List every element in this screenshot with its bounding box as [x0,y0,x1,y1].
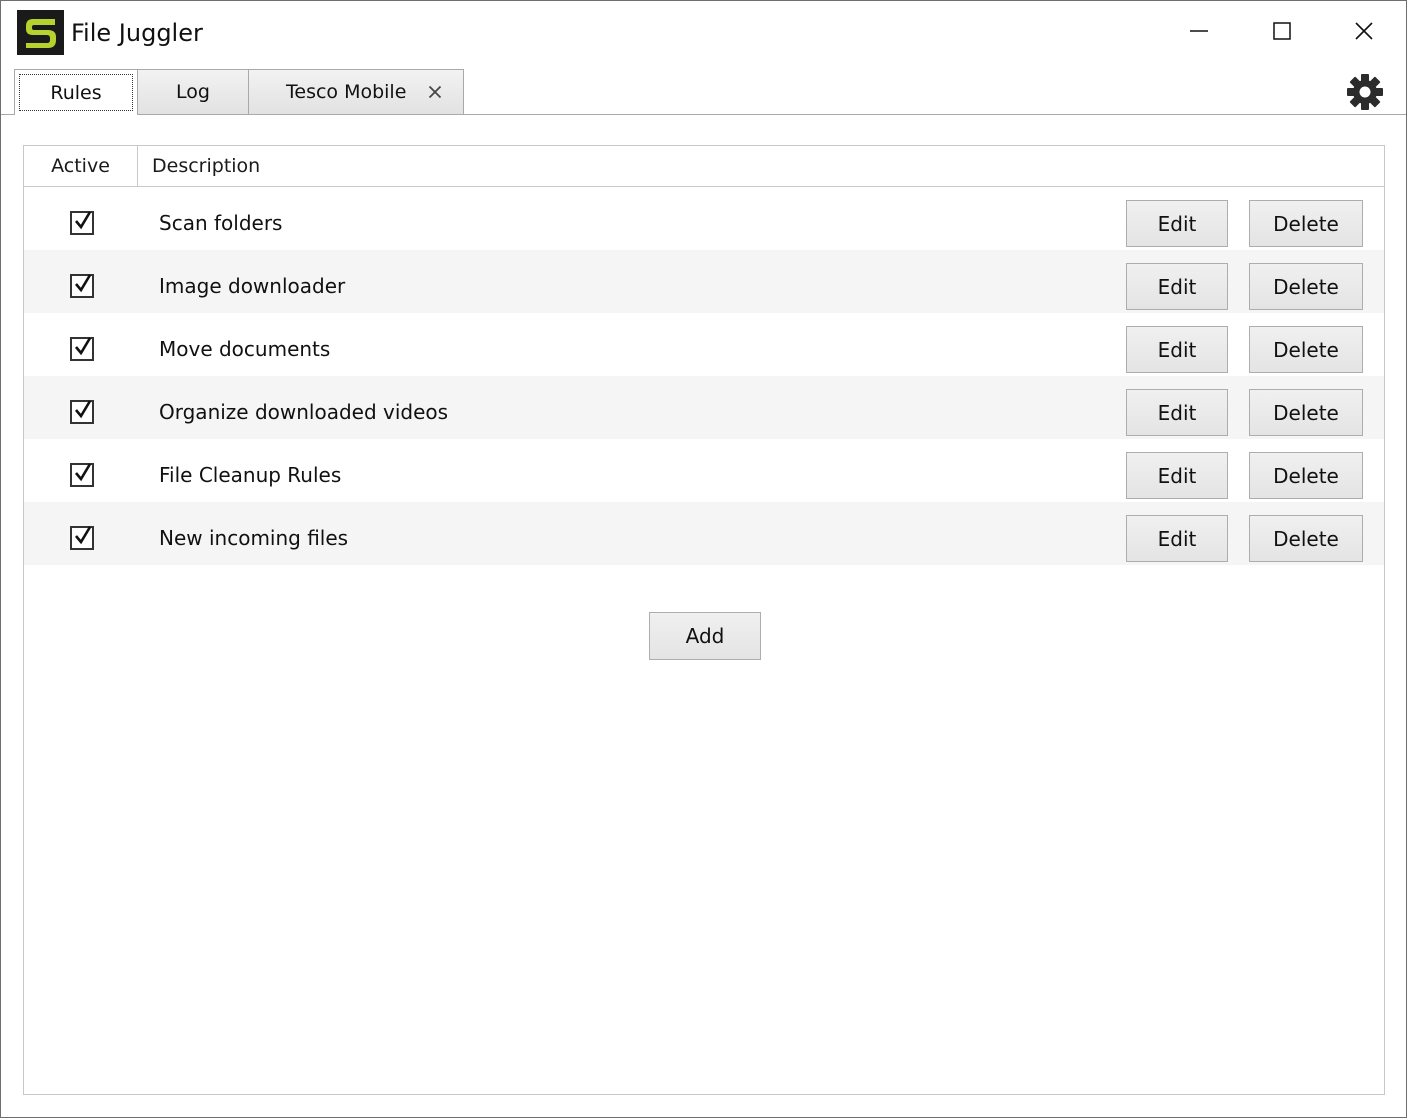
header-description[interactable]: Description [152,146,260,186]
tab-label: Tesco Mobile [286,81,407,103]
edit-button[interactable]: Edit [1126,200,1228,247]
minimize-icon [1190,30,1208,32]
delete-button[interactable]: Delete [1249,389,1363,436]
rule-description: Scan folders [159,211,283,235]
rule-description: Move documents [159,337,331,361]
checkmark-icon [75,211,92,230]
gear-icon [1347,74,1383,110]
delete-button[interactable]: Delete [1249,452,1363,499]
rules-list: Scan folders Edit Delete Image downloade… [24,187,1384,565]
table-row: Organize downloaded videos Edit Delete [24,376,1384,439]
close-icon [1355,22,1373,40]
active-checkbox[interactable] [70,526,94,550]
delete-button[interactable]: Delete [1249,326,1363,373]
rule-description: New incoming files [159,526,349,550]
checkmark-icon [75,400,92,419]
minimize-button[interactable] [1177,11,1221,51]
add-rule-button[interactable]: Add [649,612,761,660]
tab-rules[interactable]: Rules [14,69,138,115]
app-window: File Juggler Rules Log Tesco Mobile Acti… [0,0,1407,1118]
rule-description: Organize downloaded videos [159,400,449,424]
edit-button[interactable]: Edit [1126,515,1228,562]
edit-button[interactable]: Edit [1126,452,1228,499]
close-button[interactable] [1342,11,1386,51]
column-header: Active Description [24,146,1384,187]
rule-description: File Cleanup Rules [159,463,342,487]
checkmark-icon [75,463,92,482]
tab-log[interactable]: Log [137,69,249,114]
focus-rectangle [19,74,133,111]
active-checkbox[interactable] [70,400,94,424]
title-bar: File Juggler [1,1,1406,65]
header-active[interactable]: Active [24,146,138,186]
app-title: File Juggler [71,19,203,47]
delete-button[interactable]: Delete [1249,263,1363,310]
checkmark-icon [75,274,92,293]
table-row: Scan folders Edit Delete [24,187,1384,250]
edit-button[interactable]: Edit [1126,263,1228,310]
tab-tesco-mobile[interactable]: Tesco Mobile [248,69,464,114]
checkmark-icon [75,526,92,545]
active-checkbox[interactable] [70,274,94,298]
rules-panel: Active Description Scan folders Edit Del… [23,145,1385,1095]
table-row: New incoming files Edit Delete [24,502,1384,565]
tab-strip: Rules Log Tesco Mobile [1,69,1406,115]
delete-button[interactable]: Delete [1249,200,1363,247]
rule-description: Image downloader [159,274,346,298]
tab-label: Log [176,81,210,103]
active-checkbox[interactable] [70,463,94,487]
maximize-button[interactable] [1260,11,1304,51]
delete-button[interactable]: Delete [1249,515,1363,562]
tab-divider [1,114,1406,115]
active-checkbox[interactable] [70,337,94,361]
table-row: File Cleanup Rules Edit Delete [24,439,1384,502]
active-checkbox[interactable] [70,211,94,235]
table-row: Image downloader Edit Delete [24,250,1384,313]
edit-button[interactable]: Edit [1126,389,1228,436]
close-icon [428,85,442,99]
settings-button[interactable] [1345,72,1385,112]
app-logo-icon [17,10,64,55]
maximize-icon [1273,22,1291,40]
checkmark-icon [75,337,92,356]
table-row: Move documents Edit Delete [24,313,1384,376]
edit-button[interactable]: Edit [1126,326,1228,373]
tab-close-button[interactable] [425,82,445,102]
